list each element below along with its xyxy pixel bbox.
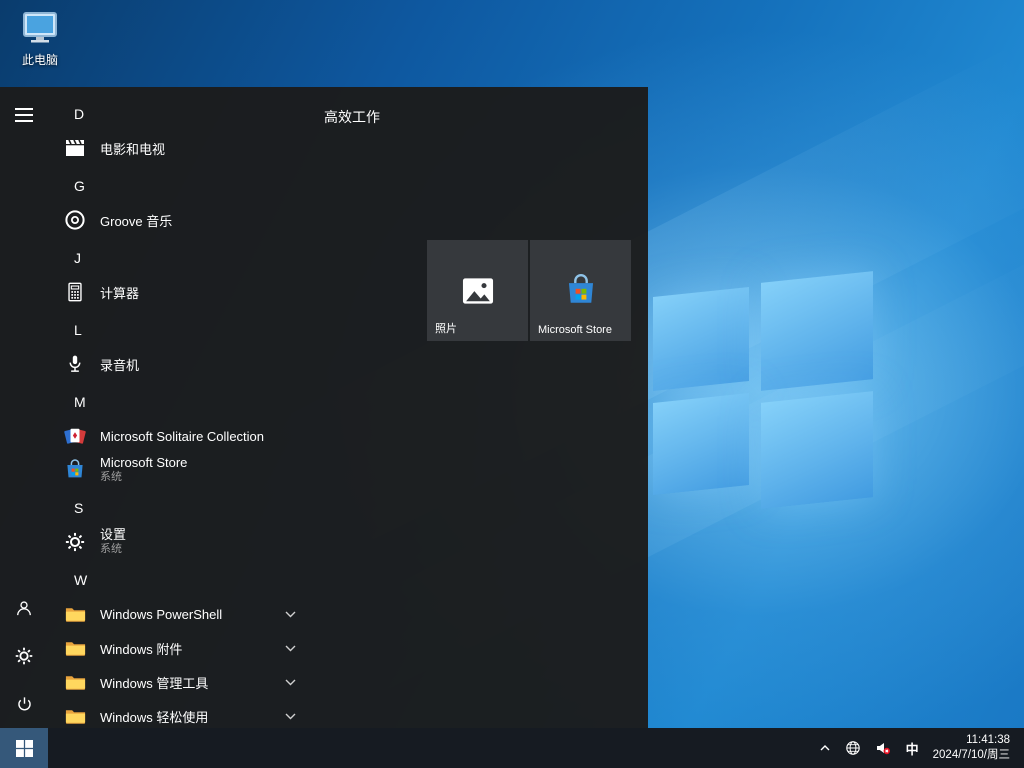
network-button[interactable] <box>838 728 868 768</box>
power-button[interactable] <box>0 680 48 728</box>
app-item-settings[interactable]: 设置 系统 <box>48 525 312 559</box>
clock-time: 11:41:38 <box>933 733 1010 748</box>
desktop-icon-label: 此电脑 <box>13 51 67 68</box>
system-tray: 中 11:41:38 2024/7/10/周三 <box>812 728 1024 768</box>
folder-item-windows-powershell[interactable]: Windows PowerShell <box>48 597 312 631</box>
app-item-movies-tv[interactable]: 电影和电视 <box>48 131 312 165</box>
chevron-down-icon[interactable] <box>285 679 296 686</box>
solitaire-icon <box>62 423 88 449</box>
voice-recorder-icon <box>62 351 88 377</box>
app-item-voice-recorder[interactable]: 录音机 <box>48 347 312 381</box>
chevron-up-icon <box>819 744 831 752</box>
section-letter-label: S <box>74 500 83 516</box>
volume-muted-icon <box>875 740 891 756</box>
start-menu: D 电影和电视 G <box>0 87 648 728</box>
app-label: 计算器 <box>100 283 139 302</box>
store-icon <box>562 272 600 310</box>
ime-indicator[interactable]: 中 <box>898 728 927 768</box>
section-letter-label: W <box>74 572 87 588</box>
app-item-microsoft-store[interactable]: Microsoft Store 系统 <box>48 453 312 487</box>
section-letter-label: M <box>74 394 86 410</box>
app-item-solitaire[interactable]: Microsoft Solitaire Collection <box>48 419 312 453</box>
folder-icon <box>62 601 88 627</box>
settings-gear-icon <box>62 529 88 555</box>
chevron-down-icon[interactable] <box>285 645 296 652</box>
section-letter-w[interactable]: W <box>48 563 312 597</box>
tile-microsoft-store[interactable]: Microsoft Store <box>530 240 631 341</box>
section-letter-d[interactable]: D <box>48 97 312 131</box>
folder-icon <box>62 669 88 695</box>
tile-label: Microsoft Store <box>538 324 612 336</box>
calculator-icon <box>62 279 88 305</box>
folder-icon <box>62 635 88 661</box>
taskbar-clock[interactable]: 11:41:38 2024/7/10/周三 <box>927 733 1016 763</box>
app-label: Windows PowerShell <box>100 607 222 622</box>
section-letter-label: G <box>74 178 85 194</box>
app-label: 电影和电视 <box>100 139 165 158</box>
settings-gear-icon <box>14 646 34 666</box>
chevron-down-icon[interactable] <box>285 713 296 720</box>
tile-photos[interactable]: 照片 <box>427 240 528 341</box>
power-icon <box>15 695 34 714</box>
clock-date: 2024/7/10/周三 <box>933 748 1010 763</box>
app-label: Windows 附件 <box>100 639 182 658</box>
app-label: 录音机 <box>100 355 139 374</box>
folder-item-windows-accessories[interactable]: Windows 附件 <box>48 631 312 665</box>
taskbar: 中 11:41:38 2024/7/10/周三 <box>0 728 1024 768</box>
volume-button[interactable] <box>868 728 898 768</box>
app-subtitle: 系统 <box>100 471 187 484</box>
section-letter-m[interactable]: M <box>48 385 312 419</box>
app-label: Microsoft Solitaire Collection <box>100 429 264 444</box>
groove-music-icon <box>62 207 88 233</box>
folder-item-windows-admin-tools[interactable]: Windows 管理工具 <box>48 665 312 699</box>
section-letter-label: L <box>74 322 82 338</box>
chevron-down-icon[interactable] <box>285 611 296 618</box>
this-pc-icon <box>20 10 60 44</box>
section-letter-label: J <box>74 250 81 266</box>
start-rail <box>0 87 48 728</box>
tray-overflow-button[interactable] <box>812 728 838 768</box>
tile-label: 照片 <box>435 320 457 336</box>
user-icon <box>14 598 34 618</box>
rail-bottom-group <box>0 584 48 728</box>
wallpaper-logo-pane <box>761 391 873 509</box>
photos-icon <box>459 272 497 310</box>
wallpaper-logo-pane <box>653 393 749 495</box>
section-letter-label: D <box>74 106 84 122</box>
taskbar-empty-area <box>48 728 812 768</box>
section-letter-j[interactable]: J <box>48 241 312 275</box>
movies-tv-icon <box>62 135 88 161</box>
section-letter-g[interactable]: G <box>48 169 312 203</box>
app-label: 设置 <box>100 528 126 543</box>
app-item-groove-music[interactable]: Groove 音乐 <box>48 203 312 237</box>
settings-button[interactable] <box>0 632 48 680</box>
section-letter-s[interactable]: S <box>48 491 312 525</box>
app-label: Windows 管理工具 <box>100 673 208 692</box>
app-list: D 电影和电视 G <box>48 87 312 728</box>
app-text: Microsoft Store 系统 <box>100 456 187 484</box>
store-icon <box>62 457 88 483</box>
wallpaper-logo-pane <box>761 271 873 391</box>
windows-logo-icon <box>16 740 33 757</box>
expand-menu-button[interactable] <box>0 91 48 139</box>
app-label: Microsoft Store <box>100 456 187 471</box>
folder-item-windows-ease-of-access[interactable]: Windows 轻松使用 <box>48 699 312 728</box>
app-text: 设置 系统 <box>100 528 126 556</box>
section-letter-l[interactable]: L <box>48 313 312 347</box>
tile-group-header[interactable]: 高效工作 <box>324 107 380 127</box>
desktop-icon-this-pc[interactable]: 此电脑 <box>13 10 67 68</box>
wallpaper-logo-pane <box>653 287 749 391</box>
app-label: Groove 音乐 <box>100 211 172 230</box>
hamburger-icon <box>15 108 33 122</box>
app-subtitle: 系统 <box>100 543 126 556</box>
app-item-calculator[interactable]: 计算器 <box>48 275 312 309</box>
folder-icon <box>62 703 88 728</box>
user-account-button[interactable] <box>0 584 48 632</box>
network-globe-icon <box>845 740 861 756</box>
start-button[interactable] <box>0 728 48 768</box>
app-label: Windows 轻松使用 <box>100 707 208 726</box>
